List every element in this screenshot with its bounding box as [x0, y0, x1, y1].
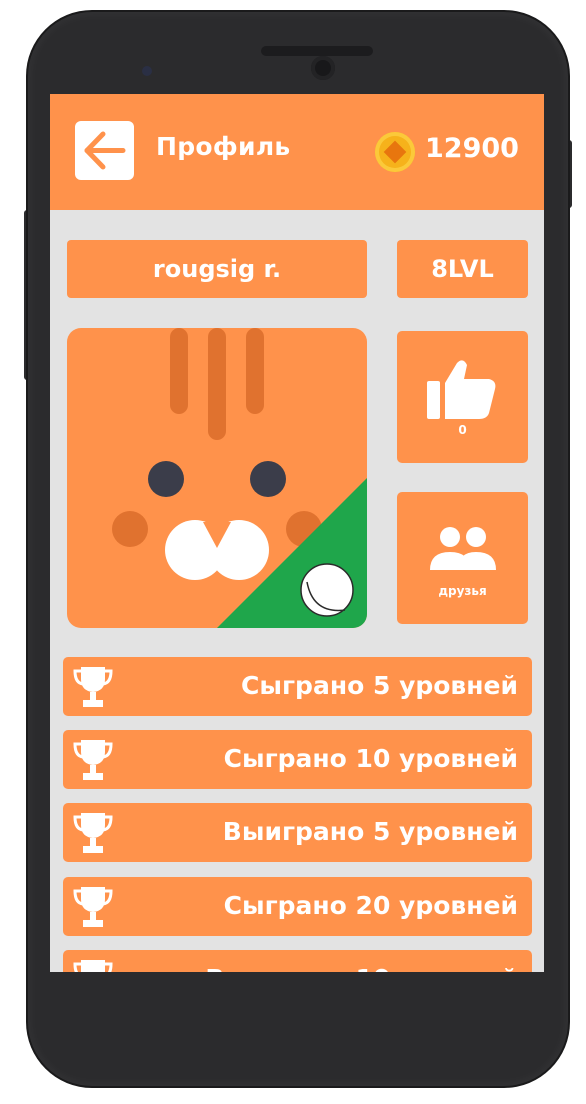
achievement-item[interactable]: Сыграно 5 уровней: [63, 657, 532, 716]
arrow-left-icon: [84, 131, 126, 170]
coin-diamond: [383, 140, 407, 164]
level-label: 8LVL: [431, 255, 494, 283]
sticker-icon: [300, 563, 354, 617]
coin-icon: [375, 132, 415, 172]
level-box: 8LVL: [397, 240, 528, 298]
front-camera: [311, 56, 335, 80]
trophy-icon: [73, 813, 113, 853]
speaker-grille: [261, 46, 373, 56]
achievement-label: Сыграно 5 уровней: [241, 671, 518, 700]
back-button[interactable]: [75, 121, 134, 180]
trophy-icon: [73, 887, 113, 927]
proximity-sensor: [142, 66, 152, 76]
people-icon: [430, 527, 496, 570]
like-count: 0: [458, 423, 467, 437]
top-bar: Профиль 12900: [50, 94, 544, 210]
achievement-item[interactable]: Выиграно 10 уровней: [63, 950, 532, 972]
rabbit-avatar-image: [112, 328, 367, 628]
achievement-label: Сыграно 10 уровней: [223, 744, 518, 773]
achievement-label: Выиграно 5 уровней: [222, 817, 518, 846]
like-button[interactable]: 0: [397, 331, 528, 463]
trophy-icon: [73, 960, 113, 972]
trophy-icon: [73, 740, 113, 780]
username: rougsig r.: [152, 255, 282, 283]
achievement-label: Выиграно 10 уровней: [205, 964, 518, 972]
trophy-icon: [73, 667, 113, 707]
username-box: rougsig r.: [67, 240, 367, 298]
achievement-item[interactable]: Сыграно 20 уровней: [63, 877, 532, 936]
page-title: Профиль: [156, 132, 291, 161]
avatar[interactable]: [67, 328, 367, 628]
friends-label: друзья: [438, 584, 487, 598]
achievement-item[interactable]: Выиграно 5 уровней: [63, 803, 532, 862]
achievement-label: Сыграно 20 уровней: [223, 891, 518, 920]
achievement-item[interactable]: Сыграно 10 уровней: [63, 730, 532, 789]
app-screen: Профиль 12900 rougsig r. 8LVL 0 друзья С…: [50, 94, 544, 972]
thumbs-up-icon: [427, 360, 496, 419]
coin-balance: 12900: [425, 133, 519, 164]
friends-button[interactable]: друзья: [397, 492, 528, 624]
